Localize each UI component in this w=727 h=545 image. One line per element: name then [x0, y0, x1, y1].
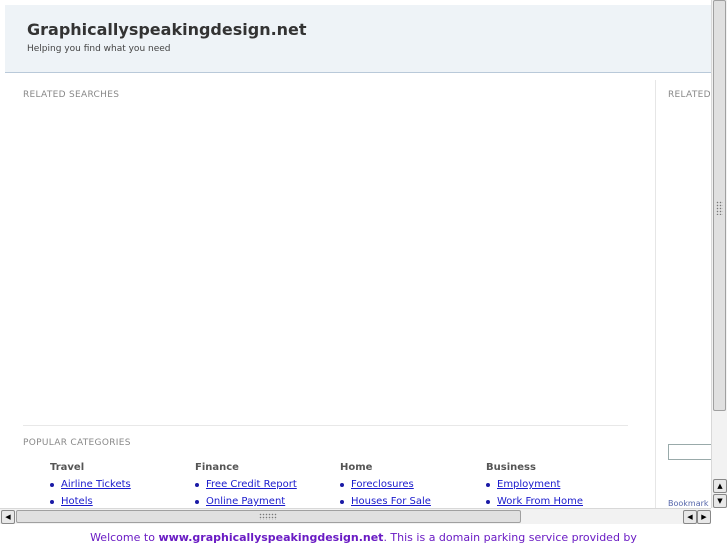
list-item: Houses For Sale [340, 496, 480, 507]
related-searches-heading: RELATED SEARCHES [23, 90, 120, 100]
vertical-scroll-thumb[interactable] [713, 0, 726, 411]
category-link[interactable]: Online Payment [206, 496, 285, 507]
sidebar-search-input[interactable] [668, 444, 711, 460]
site-tagline: Helping you find what you need [27, 44, 171, 54]
category-link[interactable]: Houses For Sale [351, 496, 431, 507]
popular-categories-heading: POPULAR CATEGORIES [23, 438, 131, 448]
arrow-left-icon[interactable]: ◀ [683, 510, 697, 524]
site-header: Graphicallyspeakingdesign.net Helping yo… [5, 5, 711, 73]
bookmark-link[interactable]: Bookmark [668, 499, 709, 508]
category-title: Business [486, 462, 536, 473]
domain-name: www.graphicallyspeakingdesign.net [158, 531, 384, 544]
list-item: Hotels [50, 496, 190, 507]
category-link[interactable]: Hotels [61, 496, 93, 507]
section-divider [23, 425, 628, 426]
category-title: Travel [50, 462, 85, 473]
list-item: Foreclosures [340, 479, 480, 490]
arrow-left-icon[interactable]: ◀ [1, 510, 15, 524]
vertical-scrollbar[interactable]: ▲ ▼ [711, 0, 727, 508]
list-item: Airline Tickets [50, 479, 190, 490]
category-link[interactable]: Employment [497, 479, 560, 490]
category-finance: Finance Free Credit Report Online Paymen… [195, 462, 335, 508]
category-link[interactable]: Foreclosures [351, 479, 414, 490]
arrow-up-icon[interactable]: ▲ [713, 479, 727, 493]
category-link[interactable]: Work From Home [497, 496, 583, 507]
related-side-heading: RELATED [668, 90, 711, 100]
category-title: Finance [195, 462, 239, 473]
site-title: Graphicallyspeakingdesign.net [27, 20, 307, 39]
grip-icon [716, 201, 723, 215]
horizontal-scroll-thumb[interactable] [16, 510, 521, 523]
arrow-right-icon[interactable]: ▶ [697, 510, 711, 524]
welcome-suffix: . This is a domain parking service provi… [383, 531, 637, 544]
list-item: Free Credit Report [195, 479, 335, 490]
arrow-down-icon[interactable]: ▼ [713, 494, 727, 508]
category-link[interactable]: Free Credit Report [206, 479, 297, 490]
list-item: Online Payment [195, 496, 335, 507]
page-viewport: Graphicallyspeakingdesign.net Helping yo… [0, 0, 711, 508]
horizontal-scrollbar[interactable]: ◀ ◀ ▶ [0, 508, 711, 524]
category-travel: Travel Airline Tickets Hotels [50, 462, 190, 508]
category-link[interactable]: Airline Tickets [61, 479, 131, 490]
category-title: Home [340, 462, 373, 473]
welcome-banner: Welcome to www.graphicallyspeakingdesign… [0, 531, 727, 544]
welcome-prefix: Welcome to [90, 531, 159, 544]
column-divider [655, 80, 656, 508]
list-item: Work From Home [486, 496, 626, 507]
category-home: Home Foreclosures Houses For Sale [340, 462, 480, 508]
category-business: Business Employment Work From Home [486, 462, 626, 508]
grip-icon [259, 513, 277, 520]
list-item: Employment [486, 479, 626, 490]
